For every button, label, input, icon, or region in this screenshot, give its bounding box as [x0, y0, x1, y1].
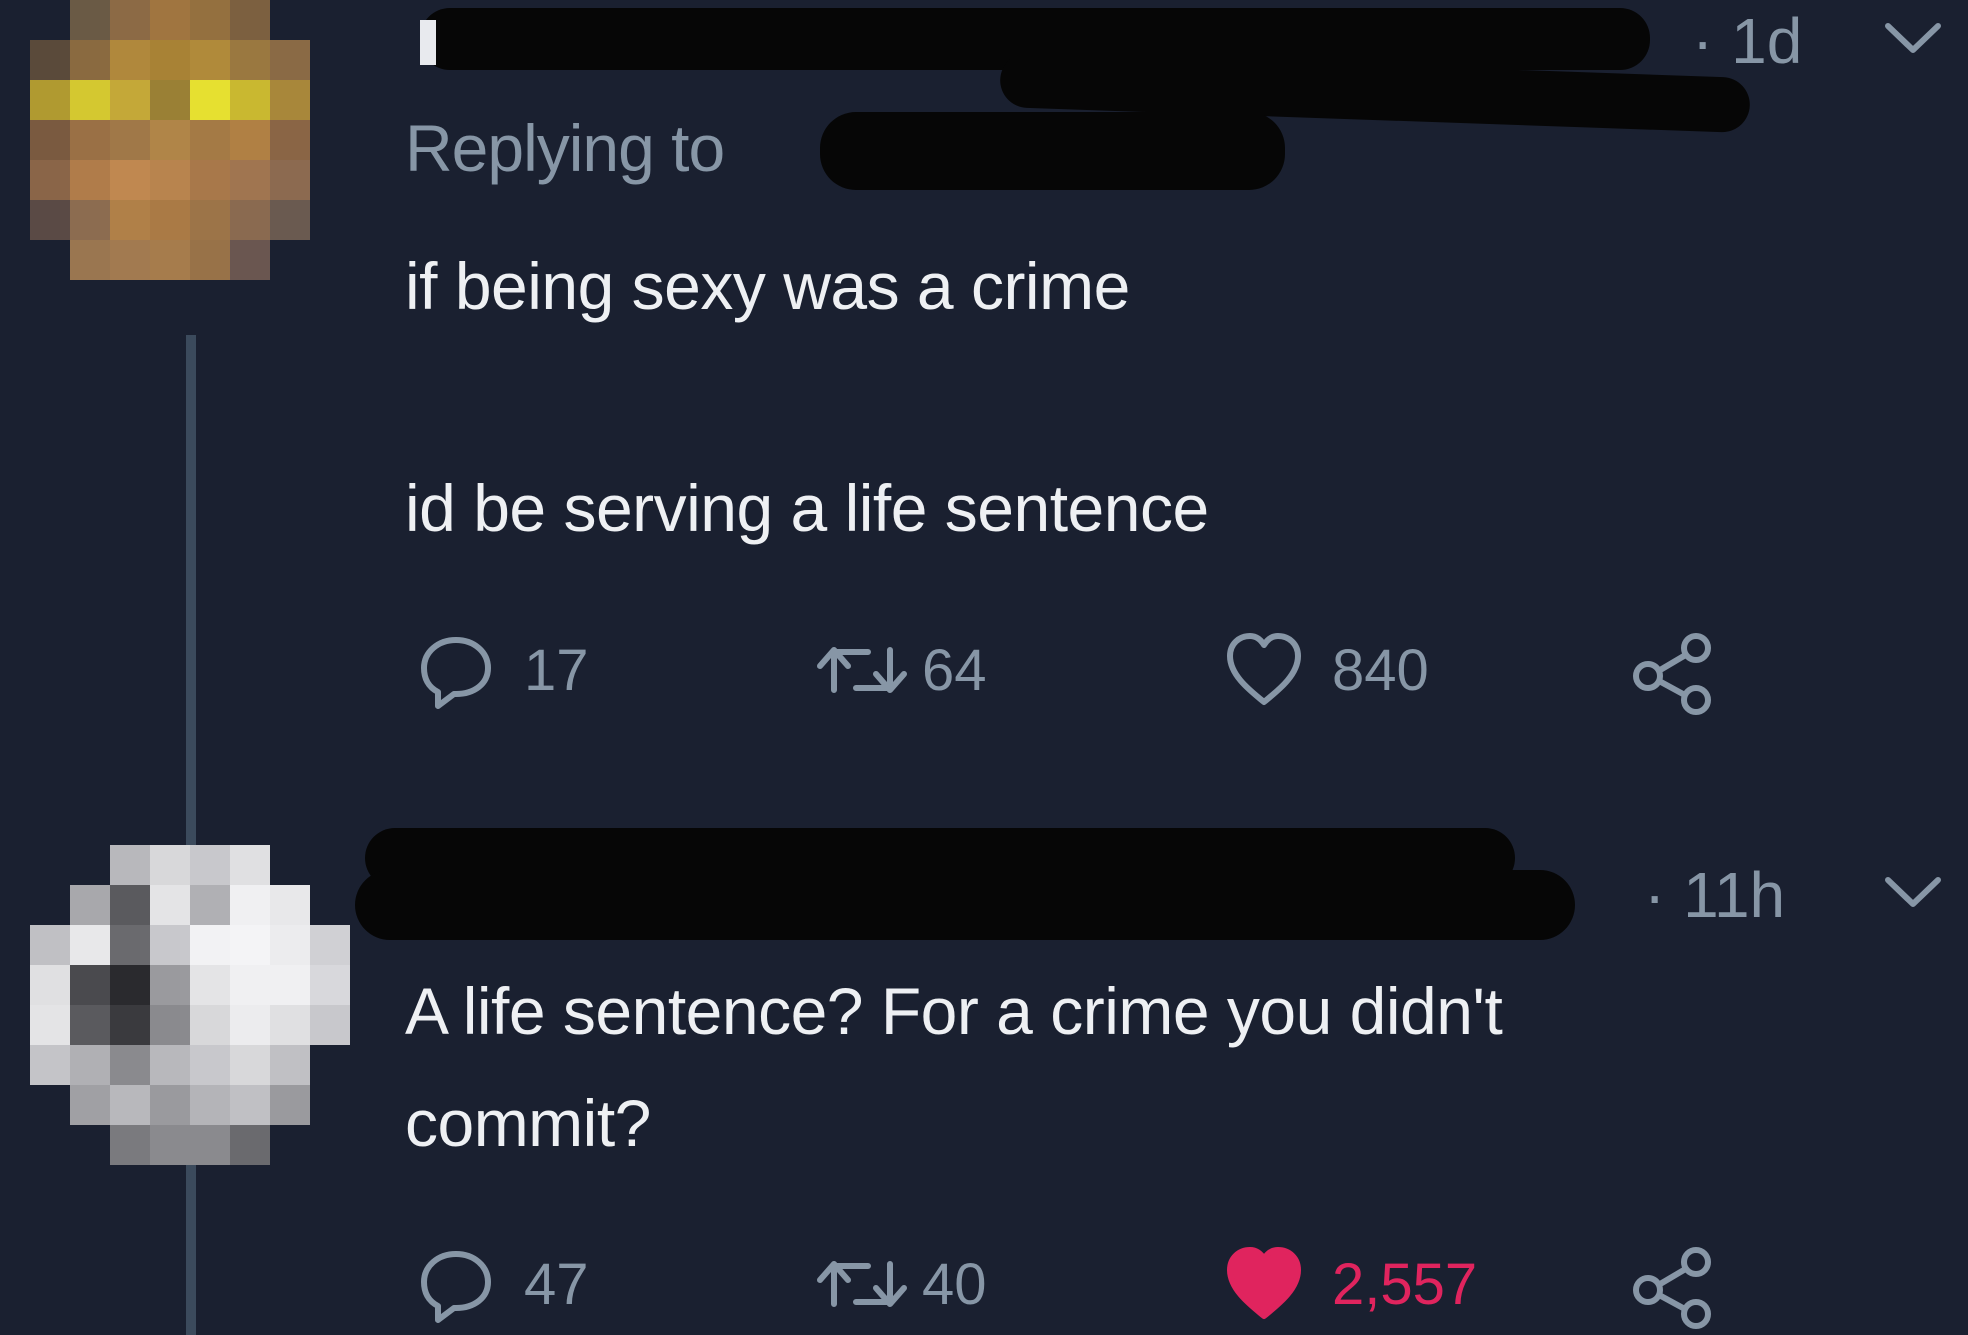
heart-filled-icon: [1227, 1247, 1301, 1319]
like-button[interactable]: 2,557: [1222, 1244, 1477, 1324]
redacted-name-stroke: [355, 870, 1575, 940]
like-count: 840: [1332, 637, 1429, 703]
thread-line: [186, 335, 196, 1335]
retweet-icon: [817, 1261, 907, 1307]
retweet-button[interactable]: 64: [812, 630, 987, 710]
retweet-count: 40: [922, 1251, 987, 1317]
avatar[interactable]: [30, 0, 350, 320]
reply-button[interactable]: 47: [416, 1244, 589, 1324]
tweet-text-line-2: id be serving a life sentence: [405, 471, 1209, 545]
avatar[interactable]: [30, 845, 350, 1165]
retweet-count: 64: [922, 637, 987, 703]
redacted-handle[interactable]: [820, 112, 1285, 190]
timestamp: · 1d: [1692, 5, 1803, 77]
name-remnant: [420, 20, 436, 65]
reply-count: 47: [524, 1251, 589, 1317]
tweet-text-line-1: if being sexy was a crime: [405, 249, 1130, 323]
like-count: 2,557: [1332, 1251, 1478, 1317]
share-icon: [1633, 633, 1711, 715]
heart-icon: [1227, 633, 1301, 705]
chevron-down-icon[interactable]: [1882, 872, 1944, 912]
reply-icon: [421, 1251, 491, 1323]
share-icon: [1633, 1247, 1711, 1329]
retweet-button[interactable]: 40: [812, 1244, 987, 1324]
reply-button[interactable]: 17: [416, 630, 589, 710]
like-button[interactable]: 840: [1222, 630, 1429, 710]
chevron-down-icon[interactable]: [1882, 18, 1944, 58]
reply-icon: [421, 637, 491, 709]
share-button[interactable]: [1628, 1246, 1718, 1330]
share-button[interactable]: [1628, 632, 1718, 716]
tweet-text-line-2: commit?: [405, 1086, 651, 1160]
timestamp: · 11h: [1644, 859, 1786, 931]
tweet-text-line-1: A life sentence? For a crime you didn't: [405, 974, 1503, 1048]
retweet-icon: [817, 647, 907, 693]
reply-count: 17: [524, 637, 589, 703]
replying-to-label: Replying to: [405, 111, 725, 185]
